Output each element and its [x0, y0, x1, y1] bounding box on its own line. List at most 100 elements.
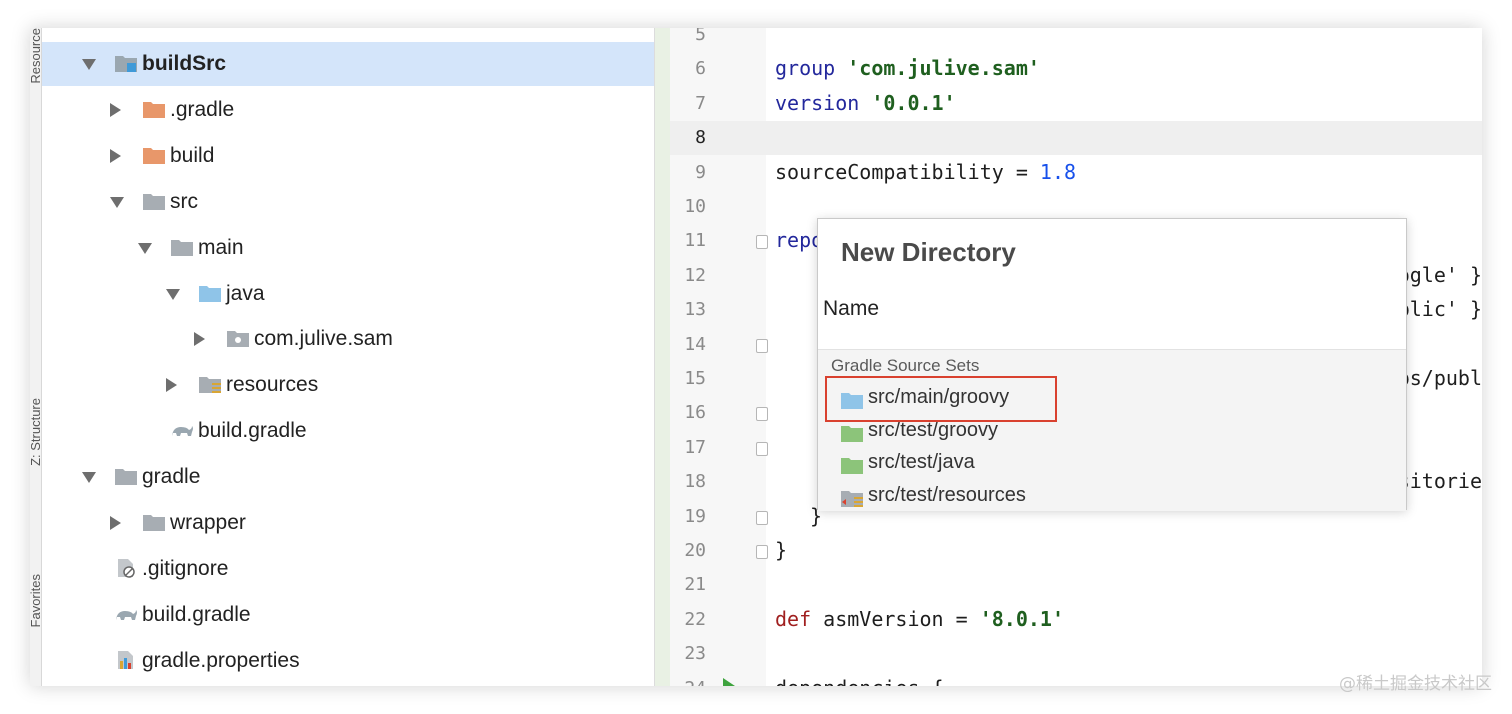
- collapse-arrow-icon[interactable]: [110, 516, 121, 530]
- fold-marker-icon[interactable]: [756, 545, 768, 559]
- line-number: 15: [684, 368, 706, 389]
- code-text: sitorie: [1397, 469, 1482, 494]
- module-folder-icon: [114, 53, 138, 73]
- line-number: 14: [684, 333, 706, 355]
- tree-item-label: build.gradle: [142, 602, 251, 626]
- tree-item-label: main: [198, 235, 244, 259]
- tree-item-label: build: [170, 143, 215, 167]
- tree-item[interactable]: resources: [42, 363, 654, 407]
- tree-item[interactable]: build: [42, 134, 654, 178]
- code-line[interactable]: 9 sourceCompatibility = 1.8: [670, 156, 1482, 190]
- excluded-folder-icon: [142, 145, 166, 165]
- code-line[interactable]: 23: [670, 637, 1482, 671]
- line-number: 7: [695, 92, 706, 114]
- line-number: 18: [684, 471, 706, 493]
- tree-item[interactable]: .gitignore: [42, 547, 654, 591]
- source-set-label: src/test/groovy: [868, 418, 999, 441]
- tree-item[interactable]: build.gradle: [42, 593, 654, 637]
- line-number: 12: [684, 264, 706, 286]
- tool-window-strip: Resource Z: Structure Favorites: [30, 28, 43, 686]
- panel-splitter[interactable]: [654, 28, 670, 686]
- highlight-annotation-box: [825, 376, 1057, 422]
- code-line[interactable]: 8: [670, 121, 1482, 156]
- collapse-arrow-icon[interactable]: [110, 102, 121, 117]
- gradle-source-sets-header: Gradle Source Sets: [831, 356, 980, 375]
- line-number: 24: [670, 678, 706, 686]
- folder-icon: [170, 237, 194, 257]
- line-number: 6: [695, 58, 706, 80]
- code-line[interactable]: 20}: [670, 534, 1482, 568]
- test-resources-folder-icon: [840, 488, 863, 507]
- tree-item-label: wrapper: [170, 511, 246, 534]
- tree-item[interactable]: gradle: [42, 455, 654, 499]
- tree-item[interactable]: com.julive.sam: [42, 317, 654, 361]
- code-text: def asmVersion = '8.0.1': [775, 606, 1064, 631]
- tree-item[interactable]: buildSrc: [42, 42, 654, 86]
- tree-item[interactable]: wrapper: [42, 501, 654, 545]
- run-gutter-icon[interactable]: [723, 678, 735, 686]
- tree-item[interactable]: src: [42, 180, 654, 224]
- excluded-folder-icon: [142, 99, 166, 119]
- tree-item-label: src: [170, 189, 198, 213]
- code-text: ps/publ: [1397, 366, 1482, 390]
- tree-item-label: .gitignore: [142, 556, 229, 580]
- source-set-item[interactable]: src/test/resources: [838, 482, 1398, 512]
- tree-item-label: .gradle: [170, 97, 235, 121]
- collapse-arrow-icon[interactable]: [194, 332, 205, 347]
- fold-marker-icon[interactable]: [756, 235, 768, 250]
- expand-arrow-icon[interactable]: [110, 196, 124, 208]
- tree-item-label: buildSrc: [142, 52, 227, 75]
- properties-icon: [114, 650, 138, 670]
- code-text: }: [775, 538, 788, 562]
- code-line[interactable]: 6 group 'com.julive.sam': [670, 52, 1482, 86]
- gradle-icon: [114, 604, 138, 624]
- expand-arrow-icon[interactable]: [138, 242, 152, 254]
- line-number: 8: [695, 127, 706, 149]
- line-number: 20: [684, 540, 706, 561]
- line-number: 21: [684, 574, 706, 596]
- code-line[interactable]: 5: [670, 28, 1482, 52]
- code-line[interactable]: 7 version '0.0.1': [670, 87, 1482, 121]
- tree-item[interactable]: .gradle: [42, 88, 654, 132]
- collapse-arrow-icon[interactable]: [110, 148, 121, 163]
- line-number: 9: [695, 161, 706, 183]
- fold-marker-icon[interactable]: [756, 441, 768, 456]
- code-line[interactable]: 22 def asmVersion = '8.0.1': [670, 603, 1482, 637]
- expand-arrow-icon[interactable]: [82, 472, 96, 484]
- tree-item-label: java: [226, 281, 265, 305]
- tree-item[interactable]: build.gradle: [42, 409, 654, 453]
- code-text: group 'com.julive.sam': [775, 56, 1040, 81]
- folder-icon: [114, 466, 138, 486]
- name-field-label: Name: [823, 297, 880, 320]
- tree-item[interactable]: gradle.properties: [42, 639, 654, 683]
- tree-item-label: com.julive.sam: [254, 327, 393, 351]
- ide-window: Resource Z: Structure Favorites buildSrc…: [30, 28, 1482, 686]
- fold-marker-icon[interactable]: [756, 407, 768, 422]
- code-text: ogle' }: [1397, 262, 1482, 287]
- test-folder-icon: [840, 423, 863, 442]
- expand-arrow-icon[interactable]: [166, 288, 180, 300]
- line-number: 5: [695, 28, 706, 45]
- line-number: 13: [684, 299, 706, 321]
- name-input-row[interactable]: Name: [818, 293, 1406, 343]
- source-set-item[interactable]: src/test/java: [838, 449, 1398, 479]
- tree-item[interactable]: java: [42, 272, 654, 316]
- package-icon: [226, 328, 250, 348]
- line-number: 10: [684, 196, 706, 217]
- line-number: 22: [684, 608, 706, 630]
- folder-icon: [142, 512, 166, 532]
- source-set-label: src/test/java: [868, 451, 975, 474]
- line-number: 23: [684, 643, 706, 665]
- code-text: sourceCompatibility = 1.8: [775, 159, 1077, 184]
- code-line[interactable]: 21: [670, 568, 1482, 602]
- test-folder-icon: [840, 455, 863, 475]
- fold-marker-icon[interactable]: [756, 338, 768, 353]
- fold-marker-icon[interactable]: [756, 510, 768, 525]
- expand-arrow-icon[interactable]: [82, 59, 96, 70]
- tree-item[interactable]: main: [42, 226, 654, 270]
- tree-item-label: build.gradle: [198, 419, 307, 443]
- watermark: @稀土掘金技术社区: [1339, 674, 1492, 694]
- collapse-arrow-icon[interactable]: [166, 378, 177, 393]
- project-tree: buildSrc .gradle build src main java com.juliv…: [42, 28, 654, 686]
- source-set-list: Gradle Source Sets src/main/groovy src/te…: [818, 349, 1406, 511]
